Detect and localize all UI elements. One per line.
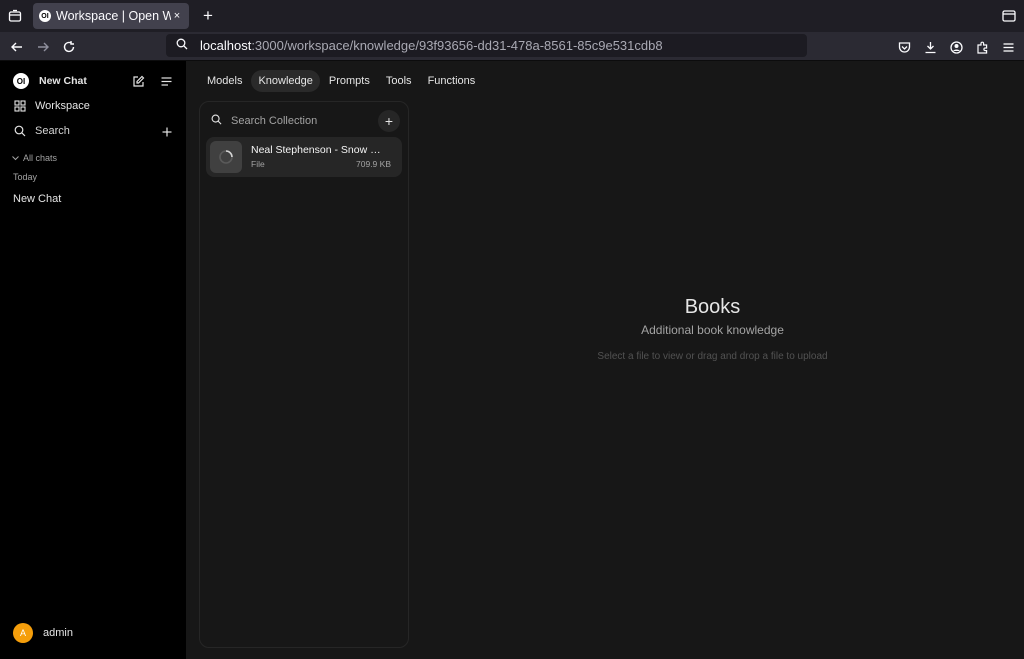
- search-label: Search: [35, 125, 70, 137]
- sidebar: OI New Chat Workspace Search All chats T…: [0, 61, 186, 659]
- file-item[interactable]: Neal Stephenson - Snow Crash File 709.9 …: [206, 137, 402, 177]
- tab-knowledge[interactable]: Knowledge: [251, 70, 320, 92]
- knowledge-title: Books: [684, 296, 741, 318]
- browser-tab-bar: OI Workspace | Open WebUI × +: [0, 0, 1024, 32]
- avatar: A: [13, 623, 33, 643]
- url-host: localhost: [200, 38, 252, 53]
- upload-hint: Select a file to view or drag and drop a…: [597, 351, 828, 362]
- account-icon[interactable]: [948, 39, 964, 55]
- new-folder-icon[interactable]: [160, 125, 174, 139]
- new-tab-button[interactable]: +: [198, 6, 218, 26]
- tab-models[interactable]: Models: [200, 70, 249, 92]
- url-search-icon: [176, 38, 188, 53]
- loading-spinner-icon: [210, 141, 242, 173]
- collection-search[interactable]: Search Collection: [211, 114, 317, 128]
- user-name: admin: [43, 627, 73, 639]
- file-name: Neal Stephenson - Snow Crash: [251, 144, 386, 156]
- tab-functions[interactable]: Functions: [421, 70, 483, 92]
- knowledge-detail: Books Additional book knowledge Select a…: [426, 296, 999, 362]
- sidebar-item-workspace[interactable]: Workspace: [13, 99, 90, 113]
- workspace-grid-icon: [13, 99, 27, 113]
- sidebar-search[interactable]: Search: [13, 124, 70, 138]
- sidebar-toggle-icon[interactable]: [159, 74, 173, 88]
- tab-list-icon[interactable]: [0, 0, 30, 32]
- tab-close-icon[interactable]: ×: [171, 10, 183, 22]
- search-icon: [211, 114, 222, 128]
- workspace-tabs: Models Knowledge Prompts Tools Functions: [200, 70, 482, 92]
- group-today-label: Today: [13, 172, 38, 182]
- collection-search-input[interactable]: Search Collection: [231, 115, 317, 127]
- tab-prompts[interactable]: Prompts: [322, 70, 377, 92]
- openwebui-logo-icon: OI: [13, 73, 29, 89]
- add-content-button[interactable]: +: [378, 110, 400, 132]
- workspace-main: Models Knowledge Prompts Tools Functions…: [186, 61, 1024, 659]
- pocket-icon[interactable]: [896, 39, 912, 55]
- openwebui-favicon-icon: OI: [39, 10, 51, 22]
- back-icon[interactable]: [6, 36, 28, 58]
- forward-icon[interactable]: [32, 36, 54, 58]
- chat-list-item[interactable]: New Chat: [13, 193, 61, 205]
- url-path: :3000/workspace/knowledge/93f93656-dd31-…: [251, 38, 663, 53]
- search-icon: [13, 124, 27, 138]
- tab-tools[interactable]: Tools: [379, 70, 419, 92]
- browser-tab[interactable]: OI Workspace | Open WebUI ×: [33, 3, 189, 29]
- menu-icon[interactable]: [1000, 39, 1016, 55]
- all-chats-toggle[interactable]: All chats: [12, 153, 57, 163]
- browser-tab-title: Workspace | Open WebUI: [56, 9, 171, 23]
- user-menu[interactable]: A admin: [13, 623, 73, 643]
- file-type: File: [251, 159, 265, 169]
- new-chat-label: New Chat: [39, 75, 87, 87]
- downloads-icon[interactable]: [922, 39, 938, 55]
- file-size: 709.9 KB: [356, 159, 391, 169]
- collection-panel: Search Collection + Neal Stephenson - Sn…: [199, 101, 409, 648]
- all-chats-label: All chats: [23, 153, 58, 163]
- chevron-down-icon: [12, 153, 19, 163]
- knowledge-description: Additional book knowledge: [641, 323, 784, 337]
- extensions-icon[interactable]: [974, 39, 990, 55]
- compose-icon[interactable]: [131, 74, 145, 88]
- new-chat-link[interactable]: OI New Chat: [13, 73, 87, 89]
- window-list-icon[interactable]: [1002, 9, 1016, 22]
- url-bar[interactable]: localhost:3000/workspace/knowledge/93f93…: [166, 34, 807, 57]
- workspace-label: Workspace: [35, 100, 90, 112]
- chat-title: New Chat: [13, 193, 62, 205]
- open-webui-app: OI New Chat Workspace Search All chats T…: [0, 61, 1024, 659]
- reload-icon[interactable]: [58, 36, 80, 58]
